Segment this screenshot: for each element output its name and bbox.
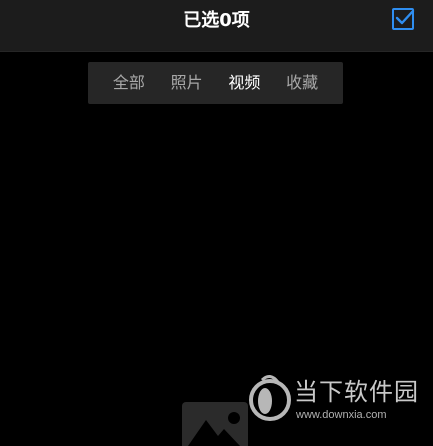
watermark-url: www.downxia.com — [296, 409, 387, 421]
tab-videos[interactable]: 视频 — [224, 62, 264, 104]
page-title: 已选0项 — [183, 10, 250, 31]
image-placeholder-icon — [182, 402, 248, 446]
tab-photos[interactable]: 照片 — [167, 62, 207, 104]
top-bar: 已选0项 — [0, 0, 433, 52]
watermark-name: 当下软件园 — [294, 378, 419, 406]
checkbox-checked-icon — [392, 8, 415, 30]
downxia-logo-icon — [249, 375, 291, 421]
media-filter-tabs: 全部 照片 视频 收藏 — [88, 62, 343, 104]
watermark: 当下软件园 www.downxia.com — [248, 374, 428, 430]
tab-all[interactable]: 全部 — [109, 62, 149, 104]
select-all-checkbox[interactable] — [391, 7, 415, 31]
tab-favorites[interactable]: 收藏 — [282, 62, 322, 104]
media-picker-screen: 已选0项 全部 照片 视频 收藏 当下软件园 www.downxia.com — [0, 0, 433, 446]
empty-media-placeholder — [182, 402, 248, 446]
